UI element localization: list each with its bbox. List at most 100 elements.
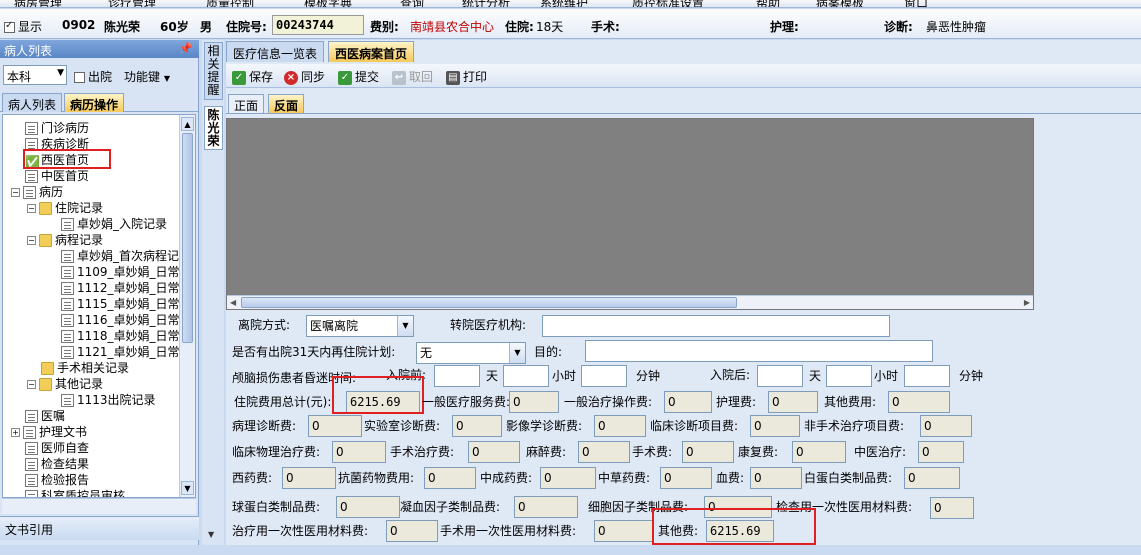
tree-horizontal-scrollbar[interactable]: [2, 498, 196, 514]
other-fee-field[interactable]: 0: [888, 391, 950, 413]
menu-item[interactable]: 质量控制: [206, 0, 254, 7]
collapse-icon[interactable]: −: [27, 236, 36, 245]
tree-node[interactable]: 1113出院记录: [61, 392, 156, 408]
tcm-treat-field[interactable]: 0: [918, 441, 964, 463]
scroll-thumb[interactable]: [182, 133, 193, 343]
tab-record-ops[interactable]: 病历操作: [64, 93, 125, 112]
antibiotic-field[interactable]: 0: [424, 467, 476, 489]
before-minutes-input[interactable]: [581, 365, 627, 387]
surgery-fee-field[interactable]: 0: [682, 441, 734, 463]
tree-node[interactable]: 中医首页: [25, 168, 89, 184]
exam-consumable-field[interactable]: 0: [930, 497, 974, 519]
coag-field[interactable]: 0: [514, 496, 578, 518]
after-days-input[interactable]: [757, 365, 803, 387]
before-hours-input[interactable]: [503, 365, 549, 387]
tab-patient-name[interactable]: 陈光荣: [204, 106, 223, 150]
tree-node[interactable]: − 住院记录: [27, 200, 103, 216]
after-minutes-input[interactable]: [904, 365, 950, 387]
general-treat-field[interactable]: 0: [664, 391, 712, 413]
doc-reference-footer[interactable]: 文书引用: [0, 516, 199, 540]
globulin-field[interactable]: 0: [336, 496, 400, 518]
tree-node[interactable]: 1112_卓妙娟_日常: [61, 280, 180, 296]
sync-button[interactable]: × 同步: [284, 68, 325, 85]
retrieve-button[interactable]: ↩ 取回: [392, 68, 433, 85]
tree-node[interactable]: − 病历: [11, 184, 63, 200]
pin-icon[interactable]: 📌: [179, 42, 193, 55]
scroll-left-icon[interactable]: ◀: [230, 296, 236, 309]
tab-medical-overview[interactable]: 医疗信息一览表: [226, 41, 325, 62]
menu-item[interactable]: 病案模板: [816, 0, 864, 7]
expand-icon[interactable]: +: [11, 428, 20, 437]
transfer-institution-input[interactable]: [542, 315, 890, 337]
tab-patient-list[interactable]: 病人列表: [2, 93, 63, 112]
tree-node[interactable]: 1118_卓妙娟_日常: [61, 328, 180, 344]
tree-node[interactable]: + 护理文书: [11, 424, 87, 440]
menu-item[interactable]: 帮助: [756, 0, 780, 7]
print-button[interactable]: ▤ 打印: [446, 68, 487, 85]
readmit-select[interactable]: 无 ▼: [416, 342, 526, 364]
tree-node[interactable]: 1121_卓妙娟_日常: [61, 344, 180, 360]
patent-drug-field[interactable]: 0: [540, 467, 596, 489]
tree-node[interactable]: 医师自查: [25, 440, 89, 456]
scroll-down-icon[interactable]: ▼: [181, 481, 194, 495]
scroll-down-icon[interactable]: ▼: [208, 530, 214, 539]
tree-node[interactable]: 检查结果: [25, 456, 89, 472]
tree-vertical-scrollbar[interactable]: ▲ ▼: [179, 115, 195, 497]
purpose-input[interactable]: [585, 340, 933, 362]
tree-node[interactable]: 卓妙娟_入院记录: [61, 216, 167, 232]
scroll-up-icon[interactable]: ▲: [181, 117, 194, 131]
tree-node[interactable]: 科室质控员审核: [25, 488, 125, 497]
menu-item[interactable]: 质控标准设置: [632, 0, 704, 7]
pathology-field[interactable]: 0: [308, 415, 362, 437]
blood-field[interactable]: 0: [750, 467, 802, 489]
menu-item[interactable]: 统计分析: [462, 0, 510, 7]
tree-node[interactable]: − 病程记录: [27, 232, 103, 248]
collapse-icon[interactable]: −: [27, 204, 36, 213]
nursing-fee-field[interactable]: 0: [768, 391, 818, 413]
function-key-menu[interactable]: 功能键 ▼: [124, 68, 170, 85]
menu-item[interactable]: 窗口: [904, 0, 928, 7]
herbal-field[interactable]: 0: [660, 467, 712, 489]
surg-consumable-field[interactable]: 0: [594, 520, 654, 542]
menu-item[interactable]: 病房管理: [14, 0, 62, 7]
submit-button[interactable]: ✓ 提交: [338, 68, 379, 85]
tree-node[interactable]: 检验报告: [25, 472, 89, 488]
anesthesia-field[interactable]: 0: [578, 441, 630, 463]
general-service-field[interactable]: 0: [509, 391, 559, 413]
tab-related-reminder[interactable]: 相关提醒: [204, 42, 223, 100]
treat-consumable-field[interactable]: 0: [386, 520, 438, 542]
tree-node[interactable]: 1116_卓妙娟_日常: [61, 312, 180, 328]
discharged-checkbox[interactable]: 出院: [74, 68, 112, 85]
tab-back[interactable]: 反面: [268, 94, 305, 113]
physio-field[interactable]: 0: [332, 441, 386, 463]
tree-node[interactable]: 门诊病历: [25, 120, 89, 136]
western-drug-field[interactable]: 0: [282, 467, 336, 489]
tab-front[interactable]: 正面: [228, 94, 265, 113]
collapse-icon[interactable]: −: [11, 188, 20, 197]
tree-node[interactable]: 1109_卓妙娟_日常: [61, 264, 180, 280]
canvas-horizontal-scrollbar[interactable]: ◀ ▶: [227, 295, 1033, 309]
surg-treat-field[interactable]: 0: [468, 441, 520, 463]
lab-field[interactable]: 0: [452, 415, 502, 437]
tree-node[interactable]: 卓妙娟_首次病程记: [61, 248, 179, 264]
tree-node[interactable]: − 其他记录: [27, 376, 103, 392]
collapse-icon[interactable]: −: [27, 380, 36, 389]
inpatient-no-field[interactable]: 00243744: [272, 15, 364, 35]
rehab-field[interactable]: 0: [792, 441, 846, 463]
discharge-method-select[interactable]: 医嘱离院 ▼: [306, 315, 414, 337]
imaging-field[interactable]: 0: [594, 415, 646, 437]
menu-item[interactable]: 系统维护: [540, 0, 588, 7]
show-checkbox[interactable]: 显示: [4, 18, 42, 35]
menu-item[interactable]: 模板字典: [304, 0, 352, 7]
menu-item[interactable]: 查询: [400, 0, 424, 7]
tree-node[interactable]: 1115_卓妙娟_日常: [61, 296, 180, 312]
before-days-input[interactable]: [434, 365, 480, 387]
main-vertical-scrollbar[interactable]: ▼: [208, 200, 224, 545]
save-button[interactable]: ✓ 保存: [232, 68, 273, 85]
tab-western-front-page[interactable]: 西医病案首页: [328, 41, 415, 62]
clinical-dx-field[interactable]: 0: [750, 415, 800, 437]
albumin-field[interactable]: 0: [904, 467, 960, 489]
tree-node[interactable]: 医嘱: [25, 408, 65, 424]
nonsurgical-field[interactable]: 0: [920, 415, 972, 437]
after-hours-input[interactable]: [826, 365, 872, 387]
